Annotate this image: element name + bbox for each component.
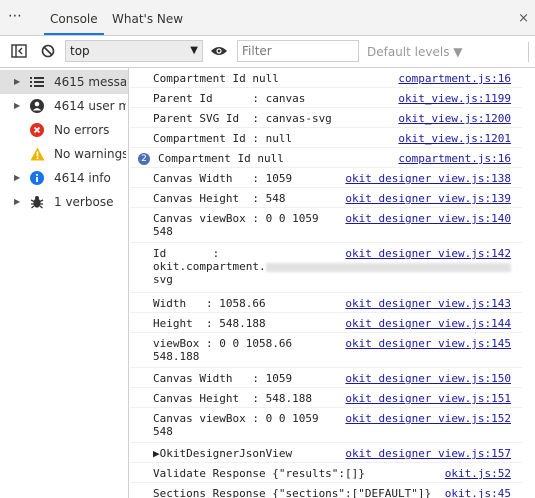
source-link[interactable]: okit designer view.js:157 — [345, 447, 511, 460]
console-message: Canvas Width : 1059 okit designer view.j… — [130, 168, 522, 188]
source-link[interactable]: okit_view.js:1201 — [398, 132, 511, 145]
repeat-count-badge: 2 — [138, 153, 150, 165]
source-link[interactable]: okit_view.js:1199 — [398, 92, 511, 105]
console-message: Canvas viewBox : 0 0 1059 548 okit desig… — [130, 408, 522, 443]
context-selector[interactable]: top ▼ — [65, 40, 203, 62]
source-link[interactable]: okit designer view.js:145 — [345, 337, 511, 350]
console-message: Canvas Height : 548.188 okit designer vi… — [130, 388, 522, 408]
console-message: viewBox : 0 0 1058.66 548.188 okit desig… — [130, 333, 522, 368]
message-text: Sections Response {"sections":["DEFAULT"… — [153, 487, 432, 498]
expand-arrow-icon[interactable]: ▶ — [14, 94, 20, 118]
redacted-id — [265, 262, 511, 272]
sidebar-item-messages[interactable]: ▶ 4615 messa... — [0, 70, 128, 94]
sidebar-item-warnings[interactable]: No warnings — [0, 142, 128, 166]
bug-icon — [29, 194, 45, 210]
sidebar-item-label: 1 verbose — [54, 195, 114, 209]
sidebar-item-label: No errors — [54, 123, 110, 137]
message-text: Height : 548.188 — [153, 317, 266, 330]
message-text: viewBox : 0 0 1058.66 548.188 — [153, 337, 293, 363]
source-link[interactable]: okit designer view.js:138 — [345, 172, 511, 185]
default-levels-dropdown[interactable]: Default levels ▼ — [367, 45, 463, 59]
console-message: Canvas viewBox : 0 0 1059 548 okit desig… — [130, 208, 522, 243]
console-message: Canvas Height : 548 okit designer view.j… — [130, 188, 522, 208]
error-icon — [29, 122, 45, 138]
expand-arrow-icon[interactable]: ▶ — [14, 190, 20, 214]
message-text: Validate Response {"results":[]} — [153, 467, 365, 480]
list-icon — [29, 74, 45, 90]
message-text: Parent Id : canvas — [153, 92, 306, 105]
sidebar-item-verbose[interactable]: ▶ 1 verbose — [0, 190, 128, 214]
live-expression-eye-icon[interactable] — [210, 42, 228, 60]
console-output: Compartment Id null compartment.js:16 Pa… — [130, 68, 535, 498]
console-message: Id : okit.compartment. svg okit designer… — [130, 243, 522, 293]
info-icon — [29, 170, 45, 186]
source-link[interactable]: okit designer view.js:151 — [345, 392, 511, 405]
message-text: Canvas Width : 1059 — [153, 172, 293, 185]
source-link[interactable]: okit.js:52 — [445, 467, 511, 480]
filter-input[interactable] — [237, 40, 359, 62]
message-text: Compartment Id : null — [153, 132, 293, 145]
console-message: 2 Compartment Id null compartment.js:16 — [130, 148, 522, 168]
source-link[interactable]: okit_view.js:1200 — [398, 112, 511, 125]
console-message: Compartment Id : null okit_view.js:1201 — [130, 128, 522, 148]
clear-console-icon[interactable] — [39, 42, 57, 60]
expandable-object[interactable]: ▶OkitDesignerJsonView — [153, 447, 292, 460]
console-sidebar: ▶ 4615 messa... ▶ 4614 user m... No erro… — [0, 68, 129, 498]
sidebar-item-label: 4614 info — [54, 171, 111, 185]
source-link[interactable]: okit designer view.js:139 — [345, 192, 511, 205]
source-link[interactable]: compartment.js:16 — [398, 72, 511, 85]
source-link[interactable]: okit designer view.js:140 — [345, 212, 511, 225]
message-text: Canvas Height : 548 — [153, 192, 286, 205]
console-toolbar: top ▼ Default levels ▼ — [0, 36, 535, 68]
console-message: Compartment Id null compartment.js:16 — [130, 68, 522, 88]
source-link[interactable]: okit designer view.js:143 — [345, 297, 511, 310]
chevron-down-icon: ▼ — [190, 45, 198, 56]
sidebar-toggle-icon[interactable] — [10, 42, 28, 60]
message-text: Canvas viewBox : 0 0 1059 548 — [153, 412, 319, 438]
console-message: Validate Response {"results":[]} okit.js… — [130, 463, 522, 483]
message-text-tail: svg — [153, 273, 173, 286]
toolbar-divider — [528, 42, 529, 62]
context-value: top — [70, 44, 90, 58]
sidebar-item-label: No warnings — [54, 147, 126, 161]
console-message: Sections Response {"sections":["DEFAULT"… — [130, 483, 522, 498]
console-message: Parent SVG Id : canvas-svg okit_view.js:… — [130, 108, 522, 128]
message-text: Canvas Width : 1059 — [153, 372, 293, 385]
expand-arrow-icon[interactable]: ▶ — [14, 166, 20, 190]
user-icon — [29, 98, 45, 114]
source-link[interactable]: compartment.js:16 — [398, 152, 511, 165]
tab-whats-new[interactable]: What's New — [106, 0, 189, 35]
console-message: ▶OkitDesignerJsonView okit designer view… — [130, 443, 522, 463]
close-drawer-icon[interactable]: × — [518, 11, 529, 26]
expand-arrow-icon[interactable]: ▶ — [14, 70, 20, 94]
sidebar-item-info[interactable]: ▶ 4614 info — [0, 166, 128, 190]
tab-console[interactable]: Console — [44, 0, 104, 35]
console-message: Width : 1058.66 okit designer view.js:14… — [130, 293, 522, 313]
source-link[interactable]: okit designer view.js:142 — [345, 247, 511, 260]
sidebar-item-user-messages[interactable]: ▶ 4614 user m... — [0, 94, 128, 118]
console-message: Canvas Width : 1059 okit designer view.j… — [130, 368, 522, 388]
message-text: Width : 1058.66 — [153, 297, 266, 310]
sidebar-item-label: 4614 user m... — [54, 99, 126, 113]
sidebar-item-label: 4615 messa... — [54, 75, 126, 89]
source-link[interactable]: okit designer view.js:144 — [345, 317, 511, 330]
source-link[interactable]: okit designer view.js:152 — [345, 412, 511, 425]
warning-icon — [29, 146, 45, 162]
message-text-head: Id : okit.compartment. — [153, 247, 266, 273]
message-text: Compartment Id null — [153, 72, 279, 85]
source-link[interactable]: okit designer view.js:150 — [345, 372, 511, 385]
message-text: Canvas Height : 548.188 — [153, 392, 312, 405]
console-message: Height : 548.188 okit designer view.js:1… — [130, 313, 522, 333]
more-tabs-icon[interactable]: ⋯ — [8, 8, 23, 24]
tab-bar: ⋯ Console What's New × — [0, 0, 535, 36]
console-scrollbar[interactable] — [522, 68, 535, 498]
message-text: Canvas viewBox : 0 0 1059 548 — [153, 212, 319, 238]
sidebar-item-errors[interactable]: No errors — [0, 118, 128, 142]
console-message: Parent Id : canvas okit_view.js:1199 — [130, 88, 522, 108]
message-text: Compartment Id null — [158, 152, 284, 165]
source-link[interactable]: okit.js:45 — [445, 487, 511, 498]
message-text: Parent SVG Id : canvas-svg — [153, 112, 332, 125]
